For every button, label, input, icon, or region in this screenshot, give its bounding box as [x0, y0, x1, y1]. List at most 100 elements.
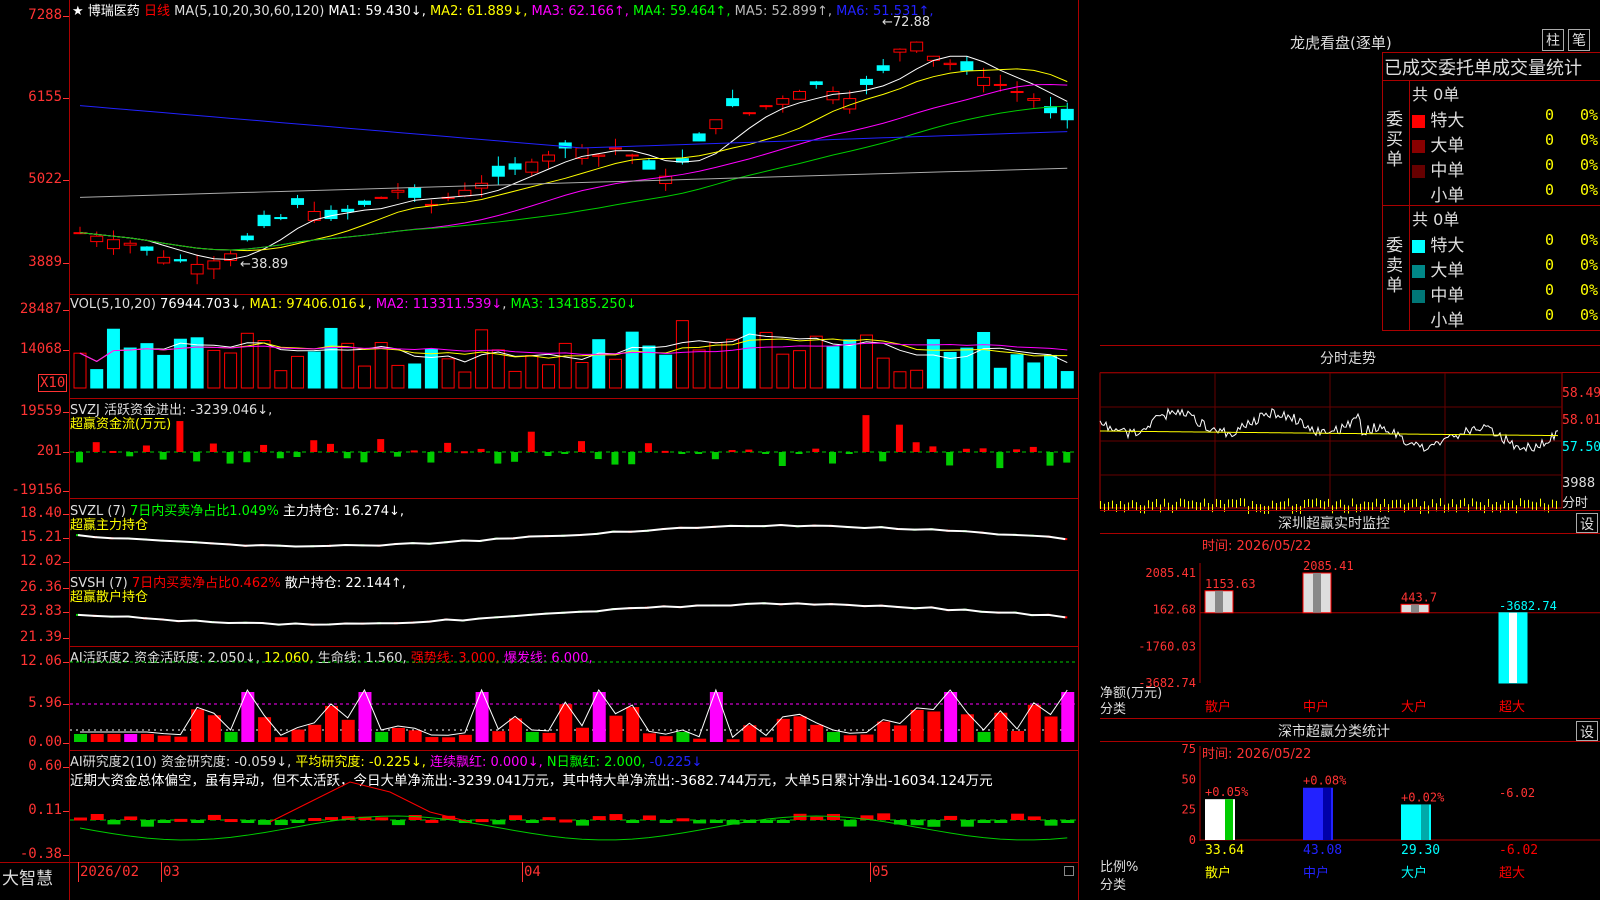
monitor-bar-label: 443.7 [1401, 590, 1437, 604]
intraday-vol-bar [1500, 504, 1501, 513]
flow-bar [1063, 452, 1071, 463]
low-mark: ←38.89 [240, 257, 289, 272]
lhb-count: 0 [1545, 306, 1555, 324]
monitor-settings-button[interactable]: 设 [1576, 513, 1598, 533]
high-mark: ←72.88 [882, 15, 931, 30]
candle [910, 41, 924, 52]
flow-bar [829, 452, 836, 464]
intraday-vol-bar [1176, 501, 1177, 510]
activity-bar [776, 718, 790, 742]
monitor-bar-label: 2085.41 [1303, 559, 1354, 573]
flow-bar [310, 440, 318, 452]
sell-total: 共 0单 [1412, 210, 1460, 229]
date-tick [522, 862, 523, 882]
volume-bar [542, 364, 556, 389]
intraday-chart[interactable] [1099, 372, 1563, 514]
y-tick-label: 23.83 [19, 603, 62, 619]
activity-bar [207, 715, 221, 742]
classify-tick: 50 [1182, 772, 1196, 786]
classify-xlabel: 分类 [1100, 878, 1127, 893]
activity-bar [726, 739, 740, 742]
intraday-vol-bar [1252, 500, 1253, 509]
color-swatch [1412, 239, 1425, 253]
candle [257, 214, 271, 227]
flow-bar [962, 448, 970, 452]
flow-bar [142, 445, 150, 452]
activity-bar [843, 735, 857, 742]
research-bar [760, 820, 774, 823]
y-tick-label: 5022 [28, 171, 62, 187]
intraday-vol-bar [1216, 498, 1217, 507]
flow-bar [1046, 452, 1054, 466]
classify-cat: 中户 [1303, 865, 1329, 881]
volume-bar [876, 357, 890, 389]
candlestick-chart[interactable] [70, 18, 1078, 293]
activity-bar [810, 724, 824, 742]
fund-flow-chart[interactable] [70, 400, 1078, 495]
y-tick [63, 811, 69, 812]
research-chart[interactable] [70, 752, 1078, 862]
candle [106, 239, 120, 250]
tick-mode-button[interactable]: 笔 [1568, 29, 1590, 51]
intraday-vol-bar [1304, 499, 1305, 508]
intraday-vol-bar [1376, 498, 1377, 507]
y-tick-label: -19156 [11, 482, 62, 498]
flow-bar [762, 452, 770, 454]
lock-icon[interactable] [1064, 866, 1074, 876]
period-label[interactable]: 日线 [144, 4, 170, 19]
retail-holding-chart[interactable] [70, 572, 1078, 646]
flow-bar [778, 452, 786, 466]
volume-chart[interactable] [70, 300, 1078, 392]
research-bar [258, 820, 272, 825]
activity-bar [308, 724, 322, 742]
flow-bar [176, 421, 184, 452]
holding-line [77, 524, 1066, 548]
date-label: 05 [872, 864, 889, 880]
volume-bar [106, 328, 120, 389]
intraday-vol-bar [1396, 499, 1397, 508]
activity-bar [1027, 704, 1041, 742]
y-tick-label: 0.00 [28, 734, 62, 750]
volume-bar [73, 352, 87, 389]
monitor-chart[interactable]: 2085.41 162.68 -1760.03 -3682.74 1153.63 散户 20… [1100, 533, 1600, 718]
y-tick-label: 26.36 [19, 579, 62, 595]
candle [1060, 108, 1074, 121]
research-bar [693, 820, 707, 824]
flow-bar [260, 444, 268, 452]
classify-settings-button[interactable]: 设 [1576, 721, 1598, 741]
volume-bar [157, 354, 171, 389]
activity-bar [743, 725, 757, 742]
activity-bar [1011, 730, 1025, 742]
intraday-vol-bar [1464, 498, 1465, 507]
volume-bar [826, 346, 840, 389]
activity-bar [291, 729, 305, 742]
volume-bar [391, 364, 405, 389]
activity-chart[interactable] [70, 650, 1078, 750]
intraday-vol-bar [1236, 499, 1237, 508]
classify-chart[interactable]: 75 50 25 0 +0.05% 33.64 散户 +0.08% 43.08 中户 +0.02% 2… [1100, 741, 1600, 900]
monitor-cat: 散户 [1205, 699, 1231, 715]
lhb-row: 大单 [1412, 131, 1464, 156]
flow-bar [544, 452, 552, 457]
stock-name[interactable]: 博瑞医药 [88, 4, 140, 19]
intraday-vol-bar [1100, 501, 1101, 510]
y-tick [63, 412, 69, 413]
research-bar [877, 813, 891, 820]
intraday-vol-bar [1520, 498, 1521, 507]
candle [374, 196, 388, 199]
y-tick [63, 638, 69, 639]
flow-bar [661, 450, 669, 453]
lhb-pct: 0% [1580, 156, 1599, 174]
candle [608, 147, 622, 150]
classify-cat: 散户 [1205, 865, 1231, 881]
candle [993, 83, 1007, 86]
intraday-vol-bar [1320, 500, 1321, 509]
y-tick [63, 767, 69, 768]
holding-line [77, 602, 1066, 626]
research-bar [425, 819, 439, 823]
flow-bar [427, 452, 435, 463]
main-holding-chart[interactable] [70, 500, 1078, 570]
candle [207, 260, 221, 270]
research-bar [375, 817, 389, 821]
bar-mode-button[interactable]: 柱 [1542, 29, 1564, 51]
